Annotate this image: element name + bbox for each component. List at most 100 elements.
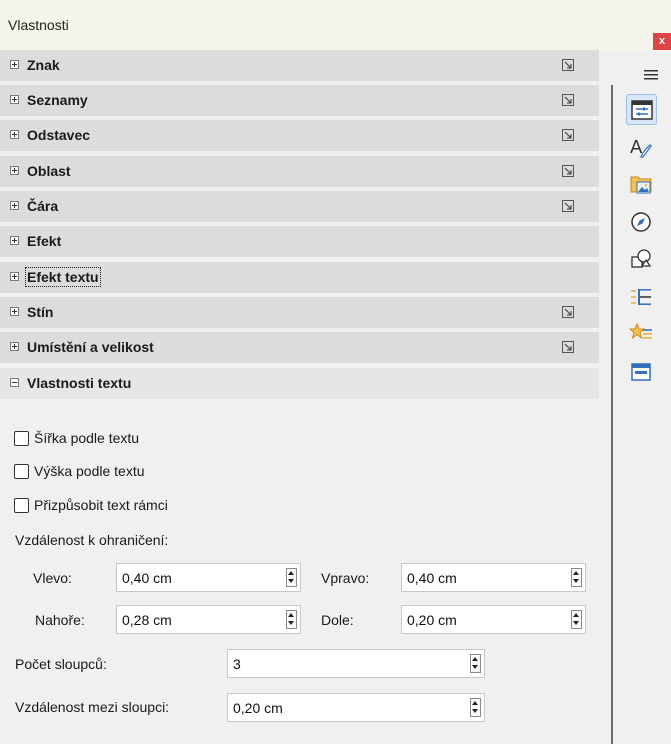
styles-tab[interactable]: A <box>626 132 657 163</box>
spin-value[interactable]: 0,40 cm <box>122 570 172 586</box>
collapse-icon[interactable] <box>10 378 19 387</box>
expand-icon[interactable] <box>10 236 19 245</box>
master-slides-icon <box>631 363 651 381</box>
section-cara[interactable]: Čára <box>0 191 599 222</box>
increment-icon[interactable] <box>287 611 296 619</box>
shapes-icon <box>631 249 652 268</box>
section-umisteni-a-velikost[interactable]: Umístění a velikost <box>0 332 599 363</box>
bottom-label: Dole: <box>321 612 354 628</box>
more-options-icon[interactable] <box>562 200 574 212</box>
fit-to-frame-checkbox[interactable]: Přizpůsobit text rámci <box>14 496 234 516</box>
more-options-icon[interactable] <box>562 306 574 318</box>
animation-tab[interactable] <box>626 282 657 313</box>
more-options-icon[interactable] <box>562 129 574 141</box>
bottom-spinbox[interactable]: 0,20 cm <box>401 605 586 634</box>
spin-value[interactable]: 3 <box>233 656 241 672</box>
hamburger-menu-icon[interactable] <box>643 68 659 81</box>
spin-value[interactable]: 0,20 cm <box>233 700 283 716</box>
section-seznamy[interactable]: Seznamy <box>0 85 599 116</box>
close-button[interactable]: x <box>653 33 671 50</box>
section-efekt[interactable]: Efekt <box>0 226 599 257</box>
spin-buttons[interactable] <box>470 654 481 673</box>
spin-value[interactable]: 0,28 cm <box>122 612 172 628</box>
decrement-icon[interactable] <box>572 620 581 628</box>
properties-panel: Znak Seznamy Odstavec Oblast Čára Efekt … <box>0 50 599 744</box>
increment-icon[interactable] <box>471 655 480 663</box>
checkbox-box[interactable] <box>14 464 29 479</box>
autogrow-width-checkbox[interactable]: Šířka podle textu <box>14 429 214 449</box>
styles-icon: A <box>630 137 652 158</box>
master-slides-tab[interactable] <box>626 357 657 388</box>
more-options-icon[interactable] <box>562 59 574 71</box>
section-oblast[interactable]: Oblast <box>0 156 599 187</box>
slide-transition-icon <box>629 322 652 340</box>
slide-transition-tab[interactable] <box>626 319 657 350</box>
section-label: Efekt <box>27 233 62 249</box>
more-options-icon[interactable] <box>562 341 574 353</box>
section-stin[interactable]: Stín <box>0 297 599 328</box>
spin-buttons[interactable] <box>571 610 582 629</box>
expand-icon[interactable] <box>10 201 19 210</box>
spin-value[interactable]: 0,20 cm <box>407 612 457 628</box>
columns-spinbox[interactable]: 3 <box>227 649 485 678</box>
sidebar-tab-bar: A <box>599 50 671 744</box>
section-label: Seznamy <box>27 92 88 108</box>
increment-icon[interactable] <box>287 569 296 577</box>
left-spinbox[interactable]: 0,40 cm <box>116 563 301 592</box>
navigator-icon <box>631 212 651 232</box>
section-label: Vlastnosti textu <box>27 375 132 391</box>
checkbox-label: Přizpůsobit text rámci <box>34 497 168 513</box>
section-vlastnosti-textu[interactable]: Vlastnosti textu <box>0 368 599 399</box>
section-label: Efekt textu <box>25 267 101 287</box>
expand-icon[interactable] <box>10 307 19 316</box>
right-spinbox[interactable]: 0,40 cm <box>401 563 586 592</box>
decrement-icon[interactable] <box>471 664 480 672</box>
properties-tab[interactable] <box>626 94 657 125</box>
expand-icon[interactable] <box>10 95 19 104</box>
shapes-tab[interactable] <box>626 244 657 275</box>
top-label: Nahoře: <box>35 612 85 628</box>
checkbox-label: Výška podle textu <box>34 463 145 479</box>
section-label: Odstavec <box>27 127 91 143</box>
expand-icon[interactable] <box>10 272 19 281</box>
more-options-icon[interactable] <box>562 94 574 106</box>
decrement-icon[interactable] <box>287 578 296 586</box>
tab-bar-divider <box>611 85 613 744</box>
decrement-icon[interactable] <box>471 708 480 716</box>
checkbox-box[interactable] <box>14 431 29 446</box>
expand-icon[interactable] <box>10 60 19 69</box>
gallery-icon <box>630 176 652 194</box>
animation-icon <box>631 289 651 305</box>
increment-icon[interactable] <box>471 699 480 707</box>
column-spacing-spinbox[interactable]: 0,20 cm <box>227 693 485 722</box>
spin-buttons[interactable] <box>571 568 582 587</box>
autogrow-height-checkbox[interactable]: Výška podle textu <box>14 462 214 482</box>
spin-buttons[interactable] <box>286 610 297 629</box>
column-spacing-label: Vzdálenost mezi sloupci: <box>15 699 170 715</box>
spin-buttons[interactable] <box>470 698 481 717</box>
section-efekt-textu[interactable]: Efekt textu <box>0 262 599 293</box>
navigator-tab[interactable] <box>626 207 657 238</box>
increment-icon[interactable] <box>572 611 581 619</box>
expand-icon[interactable] <box>10 130 19 139</box>
decrement-icon[interactable] <box>572 578 581 586</box>
expand-icon[interactable] <box>10 166 19 175</box>
decrement-icon[interactable] <box>287 620 296 628</box>
top-spinbox[interactable]: 0,28 cm <box>116 605 301 634</box>
more-options-icon[interactable] <box>562 165 574 177</box>
section-znak[interactable]: Znak <box>0 50 599 81</box>
spin-buttons[interactable] <box>286 568 297 587</box>
svg-text:A: A <box>630 137 643 158</box>
checkbox-box[interactable] <box>14 498 29 513</box>
spin-value[interactable]: 0,40 cm <box>407 570 457 586</box>
section-odstavec[interactable]: Odstavec <box>0 120 599 151</box>
section-label: Stín <box>27 304 54 320</box>
section-label: Umístění a velikost <box>27 339 154 355</box>
title-bar: Vlastnosti x <box>0 0 671 51</box>
properties-icon <box>631 100 653 120</box>
gallery-tab[interactable] <box>626 169 657 200</box>
expand-icon[interactable] <box>10 342 19 351</box>
increment-icon[interactable] <box>572 569 581 577</box>
section-label: Znak <box>27 57 60 73</box>
border-distance-label: Vzdálenost k ohraničení: <box>15 532 169 548</box>
